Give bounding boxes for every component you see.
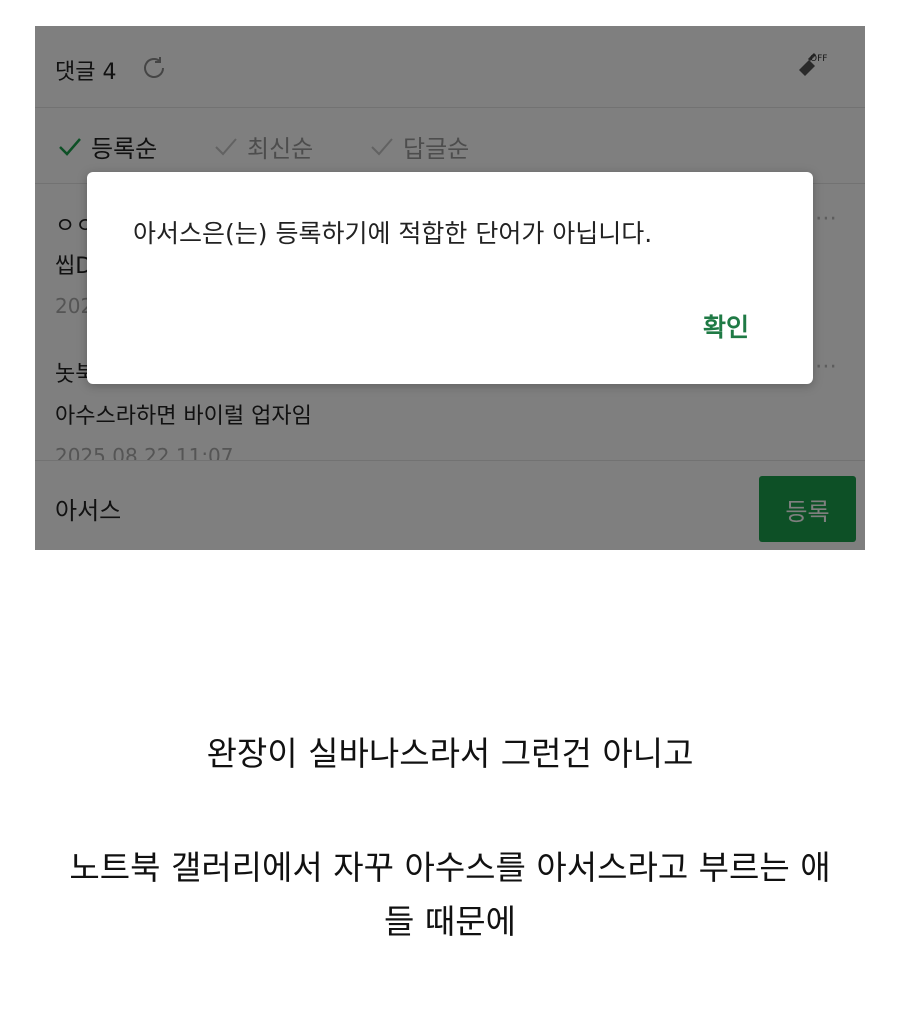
alert-dialog: 아서스은(는) 등록하기에 적합한 단어가 아닙니다. 확인 (87, 172, 813, 384)
caption-line-3: 들 때문에 (384, 902, 516, 941)
caption-line-1: 완장이 실바나스라서 그런건 아니고 (206, 734, 694, 773)
confirm-button[interactable]: 확인 (683, 306, 769, 346)
alert-message: 아서스은(는) 등록하기에 적합한 단어가 아닙니다. (133, 219, 653, 248)
caption-line-2: 노트북 갤러리에서 자꾸 아수스를 아서스라고 부르는 애 (69, 848, 831, 887)
